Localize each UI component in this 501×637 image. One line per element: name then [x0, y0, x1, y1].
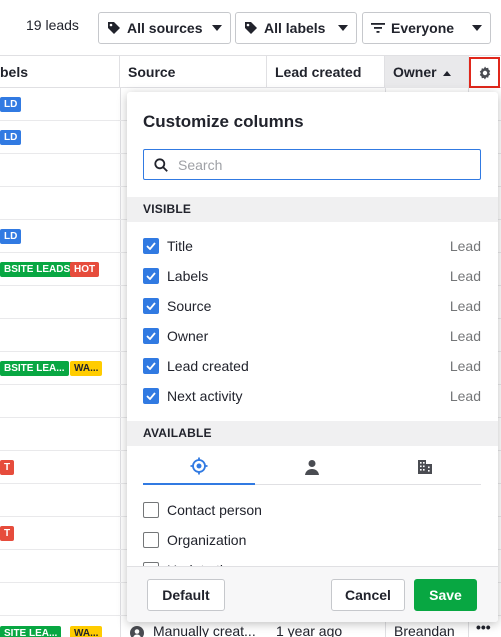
label-badge: BSITE LEA...: [0, 361, 69, 376]
column-name: Labels: [167, 268, 209, 284]
save-button[interactable]: Save: [414, 579, 477, 611]
chevron-down-icon: [338, 25, 348, 31]
available-column-option[interactable]: Contact person: [143, 498, 481, 522]
popover-footer: Default Cancel Save: [127, 566, 498, 622]
column-source: Lead: [449, 328, 481, 344]
checkmark-icon: [146, 242, 156, 250]
checkbox-checked[interactable]: [143, 238, 159, 254]
available-section-header: AVAILABLE: [127, 421, 498, 446]
labels-filter-label: All labels: [264, 20, 326, 36]
column-header-owner-label: Owner: [393, 64, 437, 80]
checkmark-icon: [146, 362, 156, 370]
popover-title: Customize columns: [143, 112, 304, 131]
customize-columns-popover: Customize columns VISIBLE TitleLeadLabel…: [127, 92, 498, 622]
sources-filter-button[interactable]: All sources: [98, 12, 231, 44]
checkmark-icon: [146, 392, 156, 400]
checkmark-icon: [146, 332, 156, 340]
search-icon: [154, 157, 168, 172]
checkmark-icon: [146, 272, 156, 280]
filter-icon: [371, 23, 385, 33]
label-badge: T: [0, 460, 15, 475]
column-name: Contact person: [167, 502, 262, 518]
label-badge: BSITE LEADS: [0, 262, 75, 277]
created-cell: 1 year ago: [276, 623, 343, 637]
label-badge: LD: [0, 97, 22, 112]
owner-filter-button[interactable]: Everyone: [362, 12, 491, 44]
chevron-down-icon: [472, 25, 482, 31]
labels-filter-button[interactable]: All labels: [235, 12, 357, 44]
tag-icon: [245, 22, 257, 34]
visible-column-option[interactable]: Owner Lead: [143, 324, 481, 348]
tab-organization[interactable]: [369, 449, 481, 485]
column-name: Title: [167, 238, 193, 254]
column-source: Lead: [449, 388, 481, 404]
visible-column-option[interactable]: Labels Lead: [143, 264, 481, 288]
building-icon: [418, 460, 432, 474]
search-field[interactable]: [143, 149, 481, 180]
tab-person[interactable]: [256, 449, 368, 485]
owner-filter-label: Everyone: [391, 20, 455, 36]
table-header: bels Source Lead created Owner: [0, 56, 501, 88]
label-badge: SITE LEA...: [0, 626, 62, 637]
column-source: Lead: [449, 358, 481, 374]
column-source: Lead: [449, 238, 481, 254]
column-name: Next activity: [167, 388, 243, 404]
gear-icon: [479, 66, 490, 79]
available-column-option[interactable]: Organization: [143, 528, 481, 552]
column-source: Lead: [449, 298, 481, 314]
column-name: Source: [167, 298, 212, 314]
label-badge: WA...: [70, 626, 103, 637]
person-icon: [305, 460, 319, 475]
visible-column-option[interactable]: Title Lead: [143, 234, 481, 258]
cancel-button[interactable]: Cancel: [331, 579, 405, 611]
checkbox-checked[interactable]: [143, 268, 159, 284]
chevron-down-icon: [212, 25, 222, 31]
column-source: Lead: [449, 268, 481, 284]
column-header-source[interactable]: Source: [120, 56, 267, 88]
label-badge: LD: [0, 229, 22, 244]
available-tabs: [143, 449, 481, 485]
visible-column-option[interactable]: Source Lead: [143, 294, 481, 318]
visible-section-header: VISIBLE: [127, 197, 498, 222]
column-name: Owner: [167, 328, 209, 344]
column-name: Lead created: [167, 358, 249, 374]
column-header-labels[interactable]: bels: [0, 56, 120, 88]
sources-filter-label: All sources: [127, 20, 203, 36]
visible-column-option[interactable]: Lead created Lead: [143, 354, 481, 378]
checkbox-checked[interactable]: [143, 328, 159, 344]
checkbox-unchecked[interactable]: [143, 532, 159, 548]
target-icon: [190, 457, 208, 475]
checkbox-checked[interactable]: [143, 358, 159, 374]
checkmark-icon: [146, 302, 156, 310]
leads-count: 19 leads: [26, 17, 79, 33]
default-button[interactable]: Default: [147, 579, 225, 611]
checkbox-checked[interactable]: [143, 298, 159, 314]
label-badge: WA...: [70, 361, 103, 376]
tag-icon: [108, 22, 120, 34]
checkbox-checked[interactable]: [143, 388, 159, 404]
owner-cell: Breandan: [394, 623, 455, 637]
column-header-lead-created[interactable]: Lead created: [267, 56, 385, 88]
column-header-owner[interactable]: Owner: [385, 56, 469, 88]
person-icon: [130, 626, 144, 637]
checkbox-unchecked[interactable]: [143, 502, 159, 518]
tab-lead[interactable]: [143, 449, 255, 485]
label-badge: T: [0, 526, 15, 541]
search-input[interactable]: [178, 156, 458, 173]
label-badge: HOT: [70, 262, 100, 277]
source-cell: Manually creat...: [153, 623, 256, 637]
label-badge: LD: [0, 130, 22, 145]
customize-columns-button[interactable]: [469, 57, 500, 88]
sort-ascending-icon: [442, 70, 451, 76]
visible-column-option[interactable]: Next activity Lead: [143, 384, 481, 408]
toolbar: 19 leads All sources All labels Everyone: [0, 0, 501, 56]
column-name: Organization: [167, 532, 247, 548]
